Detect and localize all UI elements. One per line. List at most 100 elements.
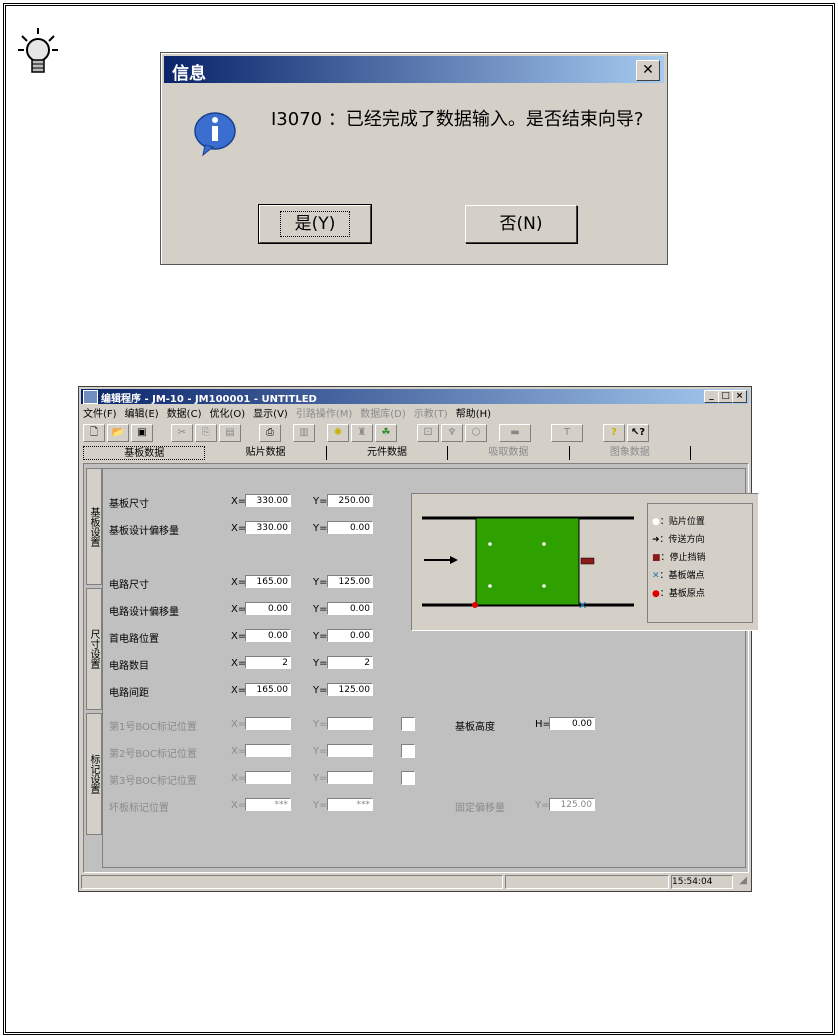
mark1-y[interactable] xyxy=(327,717,373,730)
menu-guide[interactable]: 引路操作(M) xyxy=(296,405,352,420)
toolbar: 🗋 📂 ▣ ✂ ⎘ ▤ ⎙ ▥ ✺ ♜ ☘ ⚀ ♆ ⬡ ▬ T ? ↖? xyxy=(83,424,747,442)
x-prefix: X= xyxy=(231,773,247,784)
no-button[interactable]: 否(N) xyxy=(465,205,577,243)
mark2-x[interactable] xyxy=(245,744,291,757)
bad-mark-label: 坏板标记位置 xyxy=(109,803,169,814)
x-prefix: X= xyxy=(231,523,247,534)
y-prefix: Y= xyxy=(313,746,328,757)
chip-icon[interactable]: ▬ xyxy=(499,424,531,442)
new-icon[interactable]: 🗋 xyxy=(83,424,105,442)
bad-mark-y[interactable]: *** xyxy=(327,798,373,811)
bulb-tool-icon[interactable]: ✺ xyxy=(327,424,349,442)
side-tab-size[interactable]: 尺寸设置 xyxy=(86,588,102,710)
x-prefix: X= xyxy=(231,800,247,811)
cut-icon[interactable]: ✂ xyxy=(171,424,193,442)
info-dialog: 信息 ✕ I3070 ：已经完成了数据输入。是否结束向导? 是(Y) 否(N) xyxy=(160,52,668,265)
circuit-count-x[interactable]: 2 xyxy=(245,656,291,669)
tab-pickup-data[interactable]: 吸取数据 xyxy=(448,446,570,460)
close-icon[interactable]: × xyxy=(732,390,747,403)
open-icon[interactable]: 📂 xyxy=(107,424,129,442)
circuit-size-x[interactable]: 165.00 xyxy=(245,575,291,588)
text-icon[interactable]: T xyxy=(551,424,583,442)
circuit-pitch-label: 电路间距 xyxy=(109,688,149,699)
mark1-x[interactable] xyxy=(245,717,291,730)
status-pane-main xyxy=(81,875,503,889)
robot-icon[interactable]: ♜ xyxy=(351,424,373,442)
tab-image-data[interactable]: 图象数据 xyxy=(570,446,692,460)
side-tab-board[interactable]: 基板设置 xyxy=(86,468,102,585)
copy-icon[interactable]: ⎘ xyxy=(195,424,217,442)
y-prefix: Y= xyxy=(313,800,328,811)
board-offset-y[interactable]: 0.00 xyxy=(327,521,373,534)
save-icon[interactable]: ▣ xyxy=(131,424,153,442)
resize-grip-icon[interactable]: ◢ xyxy=(739,875,747,886)
legend-item-endpoint: ✕：基板端点 xyxy=(652,568,705,581)
menu-help[interactable]: 帮助(H) xyxy=(456,405,491,420)
y-prefix: Y= xyxy=(313,523,328,534)
menubar: 文件(F) 编辑(E) 数据(C) 优化(O) 显示(V) 引路操作(M) 数据… xyxy=(83,405,491,420)
circuit-offset-y[interactable]: 0.00 xyxy=(327,602,373,615)
circuit-pitch-y[interactable]: 125.00 xyxy=(327,683,373,696)
legend-item-direction: ➜：传送方向 xyxy=(652,532,705,545)
board-size-x[interactable]: 330.00 xyxy=(245,494,291,507)
circuit-pitch-x[interactable]: 165.00 xyxy=(245,683,291,696)
menu-data[interactable]: 数据(C) xyxy=(167,405,202,420)
board-size-y[interactable]: 250.00 xyxy=(327,494,373,507)
color-icon[interactable]: ☘ xyxy=(375,424,397,442)
first-circuit-x[interactable]: 0.00 xyxy=(245,629,291,642)
y-prefix: Y= xyxy=(313,496,328,507)
circuit-offset-x[interactable]: 0.00 xyxy=(245,602,291,615)
paste-icon[interactable]: ▤ xyxy=(219,424,241,442)
mark3-checkbox[interactable] xyxy=(401,771,415,785)
menu-database[interactable]: 数据库(D) xyxy=(360,405,406,420)
fixed-offset-label: 固定偏移量 xyxy=(455,803,505,814)
board-height-field[interactable]: 0.00 xyxy=(549,717,595,730)
side-tab-mark[interactable]: 标记设置 xyxy=(86,713,102,835)
dialog-message: I3070 ：已经完成了数据输入。是否结束向导? xyxy=(271,109,644,130)
close-icon[interactable]: ✕ xyxy=(636,60,660,81)
yes-label: 是(Y) xyxy=(279,211,351,237)
board-offset-x[interactable]: 330.00 xyxy=(245,521,291,534)
mark1-checkbox[interactable] xyxy=(401,717,415,731)
context-help-icon[interactable]: ↖? xyxy=(627,424,649,442)
check-icon[interactable]: ⚀ xyxy=(417,424,439,442)
mark3-y[interactable] xyxy=(327,771,373,784)
menu-teach[interactable]: 示教(T) xyxy=(414,405,448,420)
mark2-y[interactable] xyxy=(327,744,373,757)
maximize-icon[interactable]: □ xyxy=(718,390,733,403)
first-circuit-y[interactable]: 0.00 xyxy=(327,629,373,642)
circuit-count-y[interactable]: 2 xyxy=(327,656,373,669)
yes-button[interactable]: 是(Y) xyxy=(258,204,372,244)
first-circuit-label: 首电路位置 xyxy=(109,634,159,645)
menu-optimize[interactable]: 优化(O) xyxy=(209,405,245,420)
tab-placement-data[interactable]: 贴片数据 xyxy=(205,446,327,460)
status-pane-2 xyxy=(505,875,669,889)
circuit-size-y[interactable]: 125.00 xyxy=(327,575,373,588)
tab-strip: 基板数据 贴片数据 元件数据 吸取数据 图象数据 xyxy=(83,446,692,460)
minimize-icon[interactable]: _ xyxy=(704,390,719,403)
editor-window: 编辑程序 - JM-10 - JM100001 - UNTITLED _ □ ×… xyxy=(78,386,759,892)
book-icon[interactable]: ▥ xyxy=(293,424,315,442)
print-icon[interactable]: ⎙ xyxy=(259,424,281,442)
tab-component-data[interactable]: 元件数据 xyxy=(327,446,449,460)
help-icon[interactable]: ? xyxy=(603,424,625,442)
menu-view[interactable]: 显示(V) xyxy=(253,405,288,420)
stopper-icon: ■ xyxy=(652,553,661,563)
box-icon[interactable]: ⬡ xyxy=(465,424,487,442)
mark3-x[interactable] xyxy=(245,771,291,784)
x-prefix: X= xyxy=(231,496,247,507)
menu-edit[interactable]: 编辑(E) xyxy=(125,405,159,420)
tree-icon[interactable]: ♆ xyxy=(441,424,463,442)
fixed-offset-field[interactable]: 125.00 xyxy=(549,798,595,811)
dialog-title: 信息 xyxy=(172,64,206,84)
legend-label: ：基板原点 xyxy=(659,589,705,599)
bad-mark-x[interactable]: *** xyxy=(245,798,291,811)
diagram-legend: ●：贴片位置 ➜：传送方向 ■：停止挡销 ✕：基板端点 ●：基板原点 xyxy=(647,503,753,623)
menu-file[interactable]: 文件(F) xyxy=(83,405,117,420)
tab-board-data[interactable]: 基板数据 xyxy=(83,446,206,460)
x-prefix: X= xyxy=(231,604,247,615)
board-height-label: 基板高度 xyxy=(455,722,495,733)
mark2-checkbox[interactable] xyxy=(401,744,415,758)
x-prefix: X= xyxy=(231,746,247,757)
dialog-titlebar: 信息 ✕ xyxy=(164,56,664,84)
